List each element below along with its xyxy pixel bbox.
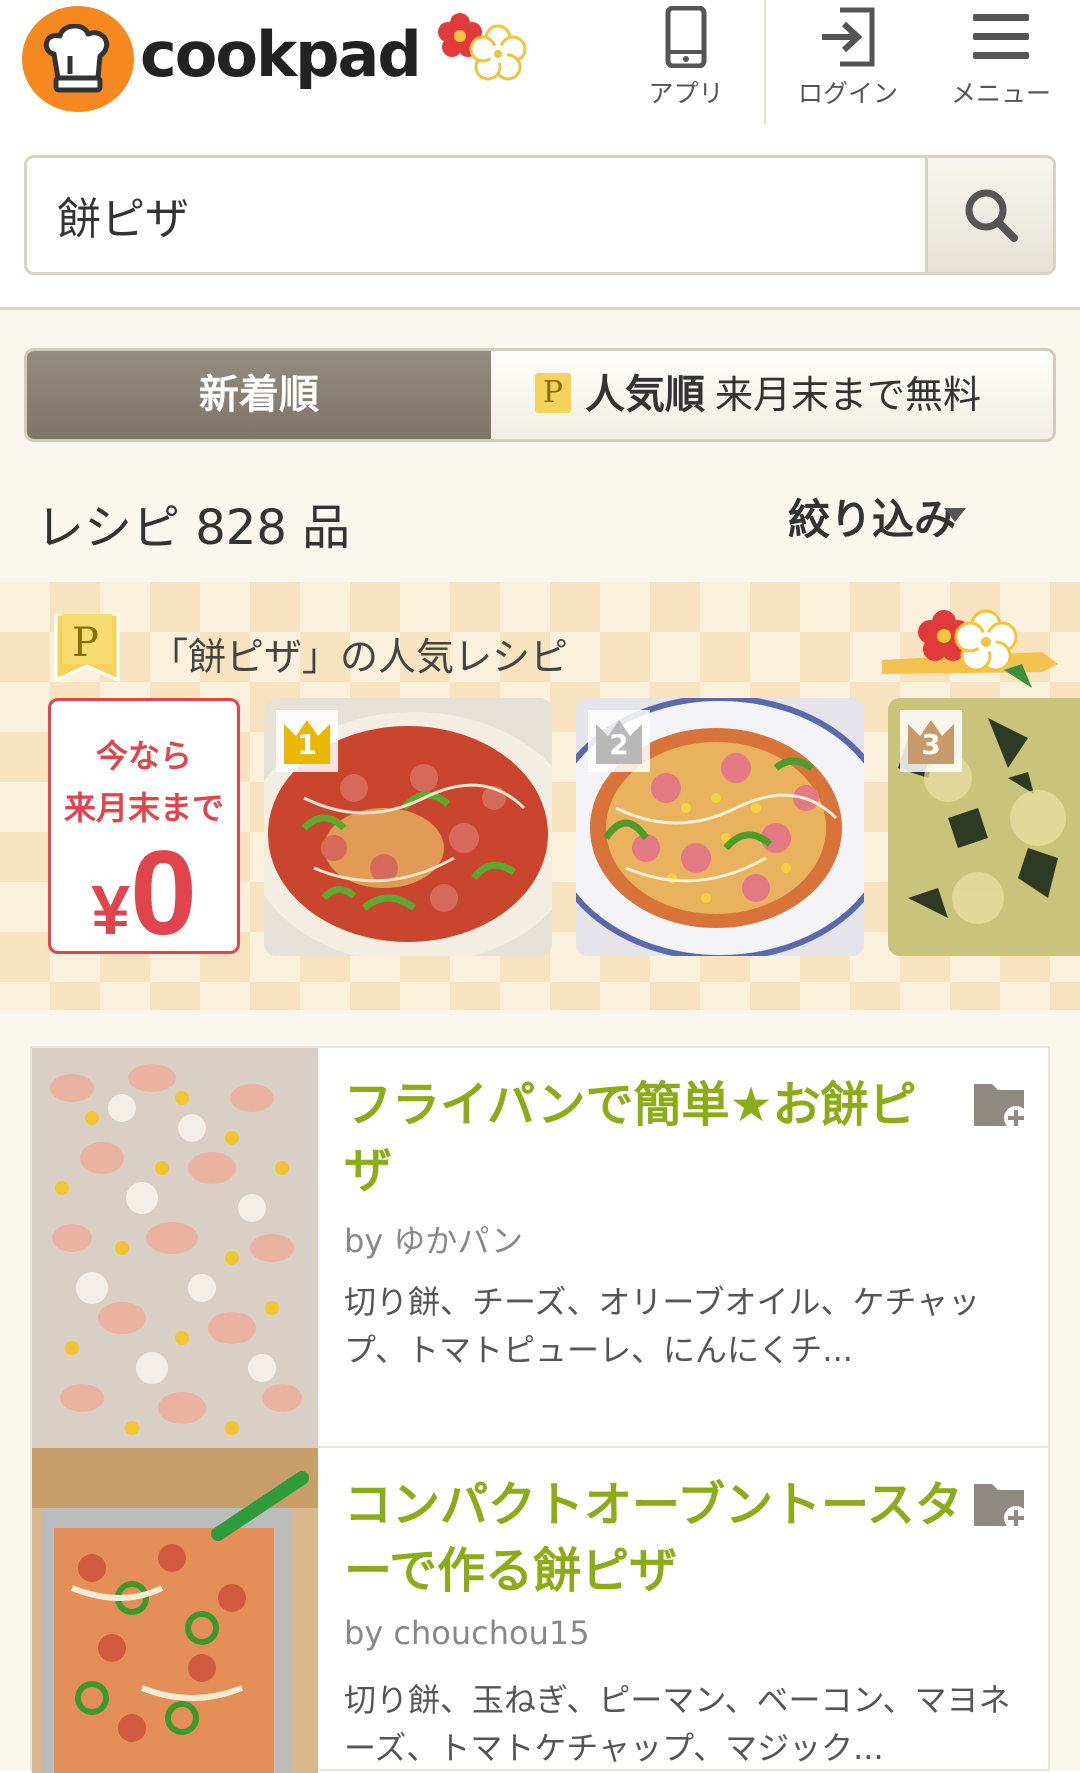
popular-free-note: 来月末まで無料	[715, 373, 982, 417]
menu-button[interactable]: メニュー	[936, 0, 1066, 120]
search-bar	[0, 135, 1080, 310]
recipe-title[interactable]: フライパンで簡単★お餅ピザ	[344, 1072, 964, 1204]
recipe-count: レシピ 828 品	[36, 500, 351, 556]
rank-1-label: 1	[297, 728, 317, 761]
plum-blossom-icon	[436, 12, 540, 88]
promo-line1: 今なら	[95, 737, 192, 775]
rank-1-crown-icon: 1	[276, 710, 338, 772]
header-divider	[764, 0, 766, 124]
cookpad-logo-icon[interactable]	[22, 6, 134, 112]
search-button[interactable]	[925, 158, 1053, 272]
promo-yen-sign: ¥	[91, 871, 131, 949]
rank-2-crown-icon: 2	[588, 710, 650, 772]
brand-name[interactable]: cookpad	[140, 18, 422, 91]
popular-recipes-banner: P 「餅ピザ」の人気レシピ 今なら 来月末まで ¥0 1 2 3	[0, 582, 1080, 1010]
tab-popular[interactable]: P 人気順 来月末まで無料	[491, 351, 1053, 439]
chevron-down-icon	[944, 508, 966, 522]
recipe-list: フライパンで簡単★お餅ピザ by ゆかパン 切り餅、チーズ、オリーブオイル、ケチ…	[30, 1046, 1050, 1773]
toaster-pizza-photo-image	[32, 1448, 318, 1773]
premium-flag-letter: P	[72, 620, 99, 666]
popular-recipe-thumb-3[interactable]: 3	[888, 698, 1080, 956]
promo-price: ¥0	[51, 833, 237, 970]
popular-label: 人気順	[585, 372, 705, 418]
promo-price-value: 0	[130, 826, 197, 960]
list-item[interactable]: コンパクトオーブントースターで作る餅ピザ by chouchou15 切り餅、玉…	[32, 1448, 1048, 1773]
tab-newest[interactable]: 新着順	[27, 351, 491, 439]
header: cookpad アプリ ログイン メニュー	[0, 0, 1080, 135]
recipe-ingredients: 切り餅、玉ねぎ、ピーマン、ベーコン、マヨネーズ、トマトケチャップ、マジック...	[344, 1681, 1011, 1767]
new-year-ornament-icon	[882, 602, 1062, 696]
sort-tabs: 新着順 P 人気順 来月末まで無料	[24, 348, 1056, 442]
recipe-author[interactable]: by ゆかパン	[344, 1216, 523, 1262]
recipe-ingredients: 切り餅、チーズ、オリーブオイル、ケチャップ、トマトピューレ、にんにくチ...	[344, 1283, 981, 1369]
rank-3-label: 3	[921, 728, 941, 761]
list-item[interactable]: フライパンで簡単★お餅ピザ by ゆかパン 切り餅、チーズ、オリーブオイル、ケチ…	[32, 1048, 1048, 1448]
save-folder-icon[interactable]	[972, 1078, 1030, 1130]
shrimp-pizza-photo-image	[32, 1048, 318, 1448]
menu-label: メニュー	[950, 79, 1051, 108]
recipe-image[interactable]	[32, 1048, 318, 1448]
rank-3-crown-icon: 3	[900, 710, 962, 772]
premium-promo-card[interactable]: 今なら 来月末まで ¥0	[48, 698, 240, 954]
login-icon	[822, 7, 875, 67]
hamburger-menu-icon	[973, 14, 1029, 59]
login-label: ログイン	[797, 79, 898, 108]
search-input[interactable]	[27, 158, 927, 272]
save-folder-icon[interactable]	[972, 1478, 1030, 1530]
premium-badge-icon: P	[535, 373, 571, 413]
smartphone-icon	[665, 6, 707, 68]
search-results: 新着順 P 人気順 来月末まで無料 レシピ 828 品 絞り込み P 「餅ピザ」の人…	[0, 310, 1080, 1773]
search-box	[24, 155, 1056, 275]
popular-title: 「餅ピザ」の人気レシピ	[150, 635, 569, 679]
recipe-author[interactable]: by chouchou15	[344, 1614, 590, 1652]
login-button[interactable]: ログイン	[778, 0, 918, 120]
filter-button[interactable]: 絞り込み	[788, 486, 956, 547]
search-icon	[965, 189, 1018, 242]
recipe-title[interactable]: コンパクトオーブントースターで作る餅ピザ	[344, 1472, 964, 1604]
popular-recipe-thumb-1[interactable]: 1	[264, 698, 552, 956]
popular-recipe-thumb-2[interactable]: 2	[576, 698, 864, 956]
promo-line2: 来月末まで	[63, 789, 224, 827]
recipe-image[interactable]	[32, 1448, 318, 1773]
app-button[interactable]: アプリ	[626, 0, 746, 120]
app-label: アプリ	[648, 79, 724, 108]
rank-2-label: 2	[609, 728, 629, 761]
